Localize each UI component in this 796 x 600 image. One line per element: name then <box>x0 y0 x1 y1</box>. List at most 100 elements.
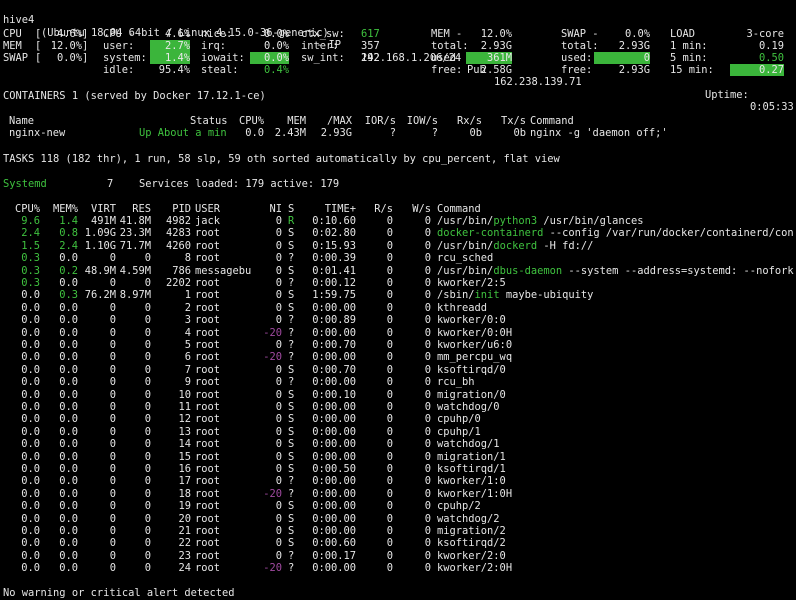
proc-mem: 0.0 <box>59 413 78 426</box>
proc-virt: 0 <box>109 512 116 525</box>
proc-virt: 0 <box>109 252 116 265</box>
containers-title: CONTAINERS 1 (served by Docker 17.12.1-c… <box>3 90 266 102</box>
proc-res: 0 <box>144 512 151 525</box>
cpu-system-label: system: <box>103 52 147 64</box>
proc-w: 0 <box>424 537 431 550</box>
proc-time: 0:00.00 <box>312 475 356 488</box>
proc-pid: 18 <box>178 487 191 500</box>
proc-s: S <box>288 388 295 401</box>
proc-cpu: 0.0 <box>21 388 40 401</box>
proc-r: 0 <box>386 401 393 413</box>
proc-pid: 9 <box>184 376 191 389</box>
proc-cpu: 0.0 <box>21 500 40 513</box>
proc-command-path: migration/2 <box>437 525 506 537</box>
proc-command-name: docker-containerd <box>437 227 544 240</box>
systemd-services: Services loaded: 179 active: 179 <box>139 178 340 190</box>
proc-r: 0 <box>386 264 393 277</box>
proc-command-path: kworker/1:0H <box>437 487 513 500</box>
proc-cpu: 0.0 <box>21 475 40 488</box>
proc-s: ? <box>288 475 295 488</box>
proc-cpu: 0.0 <box>21 301 40 314</box>
proc-command: watchdog/1 <box>437 438 500 450</box>
col-virt[interactable]: VIRT <box>78 203 116 215</box>
uptime-label: Uptime: <box>705 88 749 101</box>
proc-command: migration/0 <box>437 389 506 401</box>
proc-command: kworker/2:5 <box>437 277 506 289</box>
col-ni[interactable]: NI <box>260 203 282 215</box>
proc-command-path: /usr/bin/ <box>437 239 494 252</box>
proc-virt: 0 <box>109 326 116 339</box>
proc-ni: 0 <box>275 413 282 426</box>
proc-ni: 0 <box>275 500 282 513</box>
swap-title: SWAP - <box>561 28 599 40</box>
proc-command-path: kworker/2:0H <box>437 562 513 575</box>
col-command[interactable]: Command <box>437 203 481 215</box>
proc-user: root <box>195 475 221 488</box>
alert-footer: No warning or critical alert detected <box>3 587 235 599</box>
load-1min-label: 1 min: <box>670 40 708 52</box>
col-user[interactable]: USER <box>195 203 220 215</box>
pub-address: 162.238.139.71 <box>494 76 582 89</box>
proc-r: 0 <box>386 363 393 376</box>
proc-virt: 0 <box>109 363 116 376</box>
swap-free-value: 2.93G <box>618 64 650 76</box>
proc-command: cpuhp/2 <box>437 500 481 512</box>
proc-mem: 0.0 <box>59 487 78 500</box>
proc-pid: 7 <box>184 363 191 376</box>
proc-cpu: 0.0 <box>21 376 40 389</box>
proc-cpu: 0.0 <box>21 512 40 525</box>
proc-s: S <box>288 264 295 277</box>
col-write[interactable]: W/s <box>398 203 431 215</box>
ct-cpu: 0.0 <box>245 127 264 139</box>
cpu-irq-value: 0.0% <box>263 40 289 52</box>
proc-r: 0 <box>386 277 393 289</box>
col-cpu[interactable]: CPU% <box>0 203 40 215</box>
uptime-value: 0:05:33 <box>750 101 794 114</box>
proc-s: ? <box>288 339 295 351</box>
col-status[interactable]: S <box>288 203 294 215</box>
mem-free-value: 2.58G <box>480 64 512 76</box>
proc-user: root <box>195 549 221 562</box>
proc-pid: 8 <box>184 252 191 265</box>
swap-used-label: used: <box>561 52 593 64</box>
proc-mem: 0.0 <box>59 512 78 525</box>
ql-mem-value: 12.0% <box>50 40 82 52</box>
proc-command-path: cpuhp/1 <box>437 425 481 438</box>
col-res[interactable]: RES <box>116 203 151 215</box>
proc-command-path: ksoftirqd/2 <box>437 537 506 550</box>
cpu-idle-label: idle: <box>103 64 135 76</box>
proc-virt: 0 <box>109 475 116 488</box>
col-read[interactable]: R/s <box>360 203 393 215</box>
col-mem[interactable]: MEM% <box>40 203 78 215</box>
proc-ni: -20 <box>263 562 282 575</box>
col-pid[interactable]: PID <box>151 203 191 215</box>
proc-command-path: kworker/1:0 <box>437 475 506 488</box>
proc-mem: 0.0 <box>59 252 78 265</box>
proc-r: 0 <box>386 301 393 314</box>
proc-user: root <box>195 326 221 339</box>
proc-pid: 14 <box>178 438 191 451</box>
proc-res: 8.97M <box>119 289 151 302</box>
swap-pct: 0.0% <box>624 28 650 40</box>
proc-s: S <box>288 301 295 314</box>
proc-command: ksoftirqd/2 <box>437 537 506 549</box>
proc-mem: 0.0 <box>59 549 78 562</box>
col-time[interactable]: TIME+ <box>300 203 356 215</box>
ct-header-mem: MEM <box>287 115 306 127</box>
proc-mem: 0.0 <box>59 425 78 438</box>
proc-cpu: 0.0 <box>21 413 40 426</box>
proc-virt: 1.09G <box>84 227 116 240</box>
mem-free-label: free: <box>431 64 463 76</box>
proc-cpu: 0.0 <box>21 537 40 550</box>
proc-user: root <box>195 351 221 364</box>
proc-s: S <box>288 413 295 426</box>
proc-command-path: kworker/0:0 <box>437 314 506 327</box>
proc-res: 0 <box>144 252 151 265</box>
proc-r: 0 <box>386 463 393 475</box>
proc-s: ? <box>288 351 295 364</box>
proc-virt: 0 <box>109 376 116 389</box>
proc-time: 0:00.00 <box>312 438 356 451</box>
proc-pid: 786 <box>172 264 191 277</box>
proc-pid: 10 <box>178 388 191 401</box>
proc-w: 0 <box>424 562 431 575</box>
